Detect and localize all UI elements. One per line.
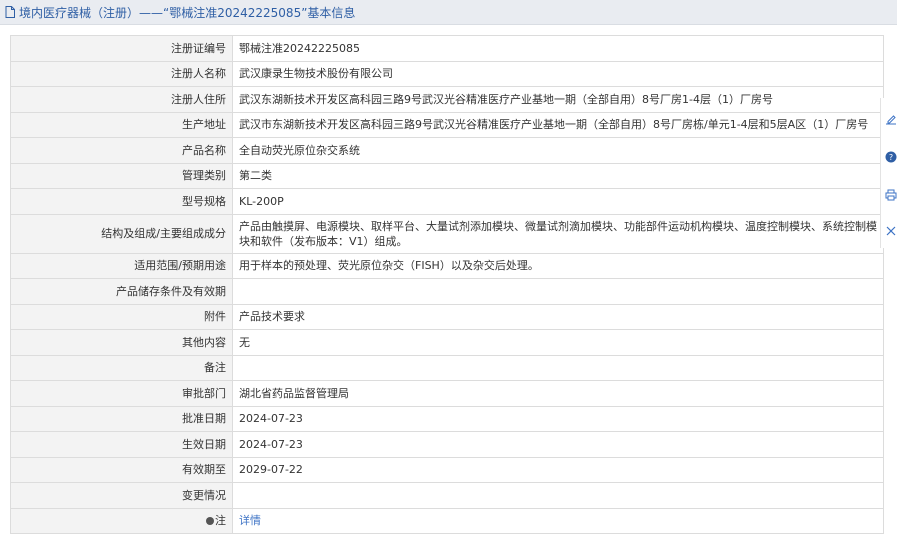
note-value-cell: 详情 bbox=[232, 507, 884, 534]
table-row: 备注 bbox=[10, 354, 884, 381]
table-row: 变更情况 bbox=[10, 482, 884, 509]
row-label: 结构及组成/主要组成成分 bbox=[10, 213, 233, 254]
row-label: 产品储存条件及有效期 bbox=[10, 278, 233, 305]
edit-icon[interactable] bbox=[884, 112, 897, 126]
table-row: 其他内容无 bbox=[10, 329, 884, 356]
row-label: 批准日期 bbox=[10, 405, 233, 432]
table-row: 注册人名称 武汉康录生物技术股份有限公司 bbox=[10, 60, 884, 87]
table-row: 审批部门 湖北省药品监督管理局 bbox=[10, 380, 884, 407]
table-row: 注册证编号 鄂械注准20242225085 bbox=[10, 35, 884, 62]
page-title: 境内医疗器械（注册）——“鄂械注准20242225085”基本信息 bbox=[19, 5, 356, 20]
row-value: 武汉市东湖新技术开发区高科园三路9号武汉光谷精准医疗产业基地一期（全部自用）8号… bbox=[232, 111, 884, 138]
document-icon bbox=[5, 6, 15, 18]
bullet-icon bbox=[206, 517, 214, 526]
note-row: 注 详情 bbox=[10, 507, 884, 534]
help-icon[interactable]: ? bbox=[884, 150, 897, 164]
row-label: 备注 bbox=[10, 354, 233, 381]
row-label: 生产地址 bbox=[10, 111, 233, 138]
table-row: 产品名称 全自动荧光原位杂交系统 bbox=[10, 137, 884, 164]
info-table: 注册证编号 鄂械注准20242225085 注册人名称 武汉康录生物技术股份有限公司… bbox=[10, 35, 884, 534]
row-value: KL-200P bbox=[232, 188, 884, 215]
print-icon[interactable] bbox=[884, 188, 897, 202]
row-label: 审批部门 bbox=[10, 380, 233, 407]
svg-text:?: ? bbox=[889, 153, 893, 162]
row-value bbox=[232, 354, 884, 381]
row-value: 全自动荧光原位杂交系统 bbox=[232, 137, 884, 164]
table-row: 有效期至 2029-07-22 bbox=[10, 456, 884, 483]
row-label: 附件 bbox=[10, 303, 233, 330]
row-label: 注册人住所 bbox=[10, 86, 233, 113]
table-row: 适用范围/预期用途 用于样本的预处理、荧光原位杂交（FISH）以及杂交后处理。 bbox=[10, 252, 884, 279]
row-label: 注册人名称 bbox=[10, 60, 233, 87]
row-value: 2029-07-22 bbox=[232, 456, 884, 483]
row-label: 变更情况 bbox=[10, 482, 233, 509]
row-label: 型号规格 bbox=[10, 188, 233, 215]
close-icon[interactable] bbox=[884, 224, 897, 238]
row-label: 管理类别 bbox=[10, 162, 233, 189]
table-row: 产品储存条件及有效期 bbox=[10, 278, 884, 305]
row-value: 产品技术要求 bbox=[232, 303, 884, 330]
row-value: 武汉东湖新技术开发区高科园三路9号武汉光谷精准医疗产业基地一期（全部自用）8号厂… bbox=[232, 86, 884, 113]
row-value: 鄂械注准20242225085 bbox=[232, 35, 884, 62]
table-row: 批准日期 2024-07-23 bbox=[10, 405, 884, 432]
table-row: 附件 产品技术要求 bbox=[10, 303, 884, 330]
row-value bbox=[232, 482, 884, 509]
row-label: 适用范围/预期用途 bbox=[10, 252, 233, 279]
side-toolbar: ? bbox=[880, 98, 897, 248]
row-value bbox=[232, 278, 884, 305]
row-value: 第二类 bbox=[232, 162, 884, 189]
table-row: 型号规格 KL-200P bbox=[10, 188, 884, 215]
note-label: 注 bbox=[215, 514, 226, 528]
row-value: 湖北省药品监督管理局 bbox=[232, 380, 884, 407]
row-label: 其他内容 bbox=[10, 329, 233, 356]
table-row: 生产地址 武汉市东湖新技术开发区高科园三路9号武汉光谷精准医疗产业基地一期（全部自… bbox=[10, 111, 884, 138]
row-value: 武汉康录生物技术股份有限公司 bbox=[232, 60, 884, 87]
table-row: 生效日期 2024-07-23 bbox=[10, 431, 884, 458]
row-value: 2024-07-23 bbox=[232, 405, 884, 432]
row-value: 产品由触摸屏、电源模块、取样平台、大量试剂添加模块、微量试剂滴加模块、功能部件运… bbox=[232, 213, 884, 254]
page-header: 境内医疗器械（注册）——“鄂械注准20242225085”基本信息 bbox=[0, 0, 897, 25]
table-row: 结构及组成/主要组成成分 产品由触摸屏、电源模块、取样平台、大量试剂添加模块、微量… bbox=[10, 213, 884, 254]
row-value: 2024-07-23 bbox=[232, 431, 884, 458]
table-row: 管理类别 第二类 bbox=[10, 162, 884, 189]
details-link[interactable]: 详情 bbox=[239, 514, 261, 527]
row-label: 注册证编号 bbox=[10, 35, 233, 62]
row-label: 生效日期 bbox=[10, 431, 233, 458]
row-value: 无 bbox=[232, 329, 884, 356]
table-row: 注册人住所 武汉东湖新技术开发区高科园三路9号武汉光谷精准医疗产业基地一期（全部自… bbox=[10, 86, 884, 113]
row-value: 用于样本的预处理、荧光原位杂交（FISH）以及杂交后处理。 bbox=[232, 252, 884, 279]
row-label: 产品名称 bbox=[10, 137, 233, 164]
note-label-cell: 注 bbox=[10, 507, 233, 534]
row-label: 有效期至 bbox=[10, 456, 233, 483]
